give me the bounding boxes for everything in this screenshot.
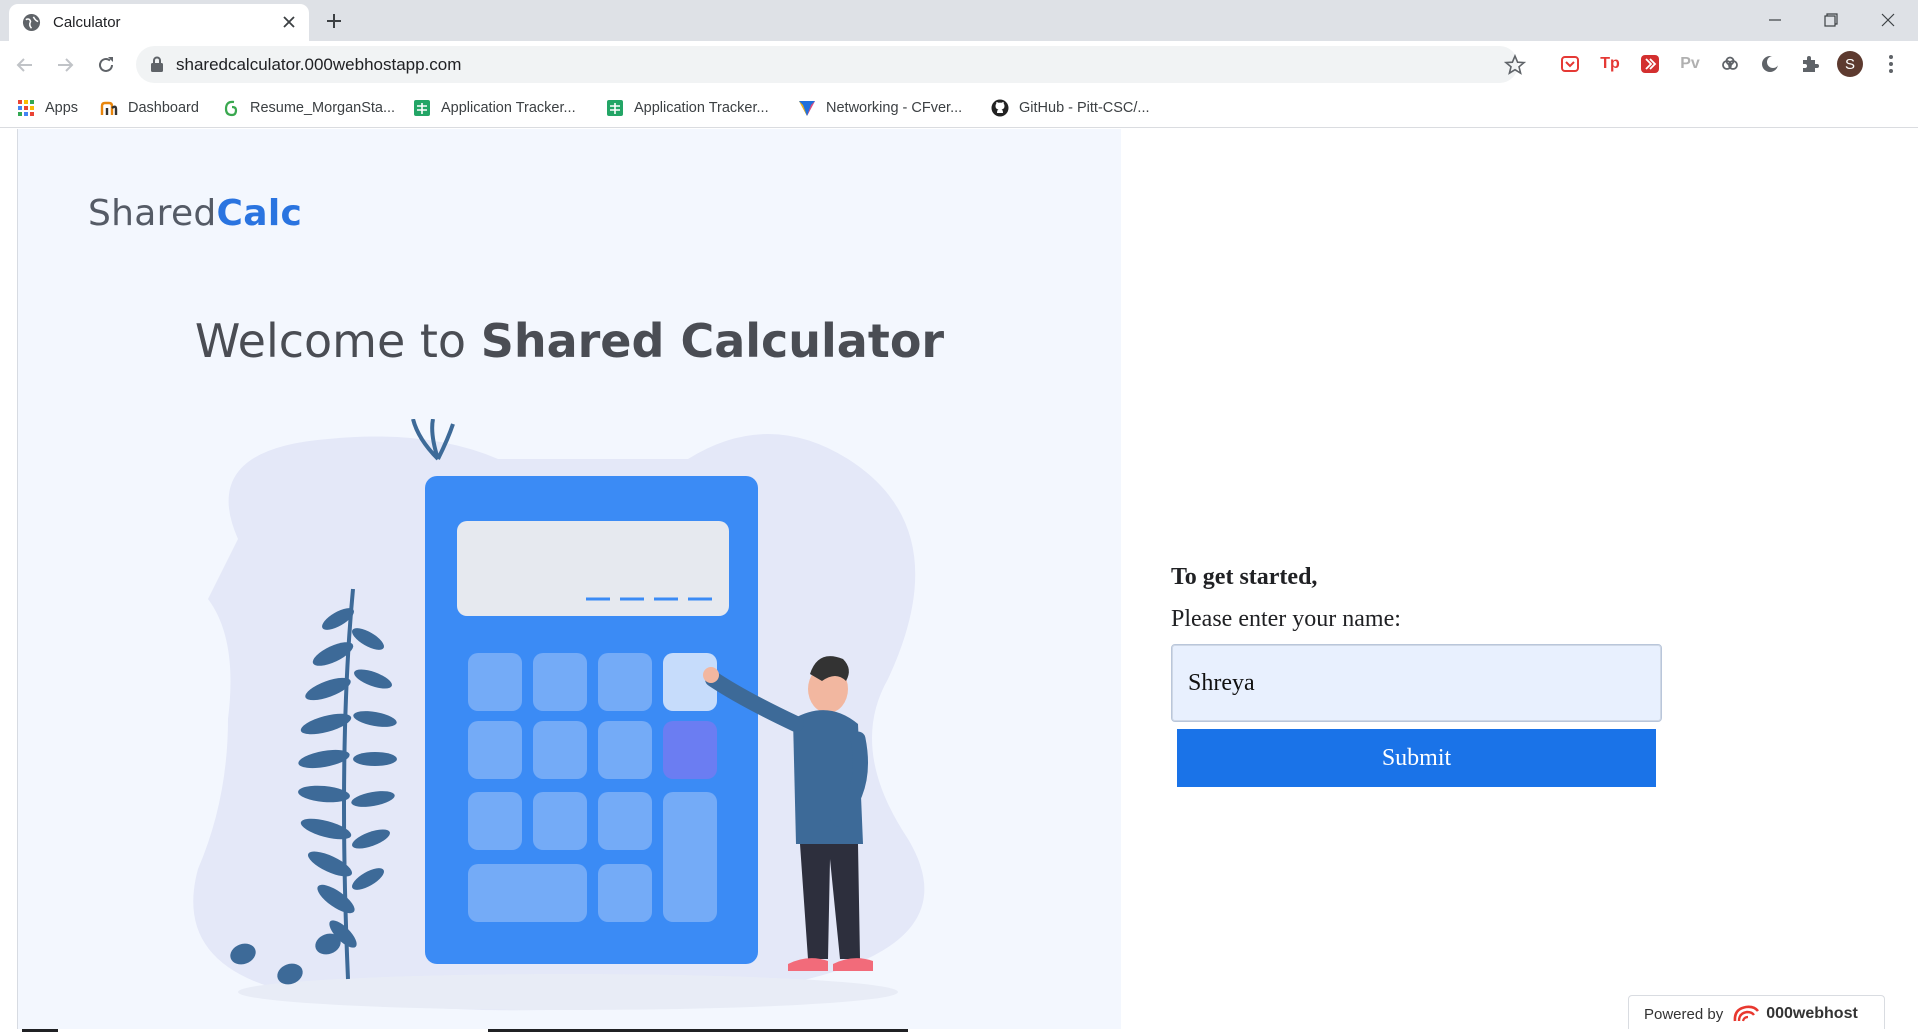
sheets-icon [607,100,623,116]
cloud-link-icon[interactable] [1717,51,1743,77]
000webhost-logo-icon [1733,1005,1760,1022]
pocket-icon[interactable] [1557,51,1583,77]
apps-grid-icon [18,100,34,116]
bookmark-label: Application Tracker... [441,100,576,116]
powered-by-prefix: Powered by [1644,1005,1724,1023]
welcome-heading: Welcome to Shared Calculator [194,314,945,368]
resume-icon [224,100,238,117]
form-heading: To get started, [1171,564,1318,590]
powered-by-brand: 000webhost [1766,1005,1858,1022]
pv-icon[interactable]: Pv [1677,51,1703,77]
bookmark-label: Resume_MorganSta... [250,100,396,116]
dark-mode-icon[interactable] [1757,51,1783,77]
bookmark-label: Apps [45,100,79,116]
forward-icon[interactable] [50,50,80,80]
tab-calculator[interactable]: Calculator [9,4,309,41]
bookmark-networking[interactable]: Networking - CFver... [798,97,962,119]
bookmark-star-icon[interactable] [1504,54,1526,76]
dashboard-icon [100,101,118,115]
minimize-icon[interactable] [1752,6,1798,34]
lock-icon [151,56,163,72]
reload-icon[interactable] [91,50,121,80]
tab-strip: Calculator [0,0,1918,41]
name-input[interactable] [1171,644,1662,722]
profile-avatar[interactable]: S [1837,51,1863,77]
close-window-icon[interactable] [1865,6,1911,34]
tp-icon[interactable]: Tp [1597,51,1623,77]
welcome-panel: SharedCalc Welcome to Shared Calculator [18,129,1121,1032]
bookmark-dashboard[interactable]: Dashboard [100,97,199,119]
bookmark-application-tracker-1[interactable]: Application Tracker... [413,97,576,119]
name-label: Please enter your name: [1171,606,1401,632]
github-icon [991,99,1009,117]
bookmark-apps[interactable]: Apps [17,97,78,119]
menu-kebab-icon[interactable] [1878,51,1904,77]
sheets-icon [414,100,430,116]
calculator-illustration [193,419,925,1011]
sharedcalc-logo: SharedCalc [88,193,303,234]
url-text: sharedcalculator.000webhostapp.com [176,55,462,74]
tab-title: Calculator [53,14,121,31]
back-icon[interactable] [10,50,40,80]
page-content: SharedCalc Welcome to Shared Calculator [0,129,1918,1032]
close-tab-icon[interactable] [279,12,299,32]
globe-icon [22,13,41,32]
browser-toolbar: sharedcalculator.000webhostapp.com Tp Pv… [0,41,1918,88]
extension-red-icon[interactable] [1637,51,1663,77]
networking-icon [799,101,815,116]
bookmarks-bar: Apps Dashboard Resume_MorganSta... Appli… [0,88,1918,128]
submit-button[interactable]: Submit [1177,729,1656,787]
restore-icon[interactable] [1808,6,1854,34]
address-bar[interactable]: sharedcalculator.000webhostapp.com [136,46,1526,83]
bookmark-application-tracker-2[interactable]: Application Tracker... [606,97,769,119]
new-tab-icon[interactable] [322,9,346,33]
bookmark-label: Application Tracker... [634,100,769,116]
bookmark-github[interactable]: GitHub - Pitt-CSC/... [991,97,1150,119]
bookmark-label: Dashboard [128,100,199,116]
bookmark-label: Networking - CFver... [826,100,963,116]
bookmark-label: GitHub - Pitt-CSC/... [1019,100,1150,116]
bookmark-resume[interactable]: Resume_MorganSta... [222,97,395,119]
powered-by-badge[interactable]: Powered by 000webhost [1628,995,1885,1032]
puzzle-icon[interactable] [1797,51,1823,77]
